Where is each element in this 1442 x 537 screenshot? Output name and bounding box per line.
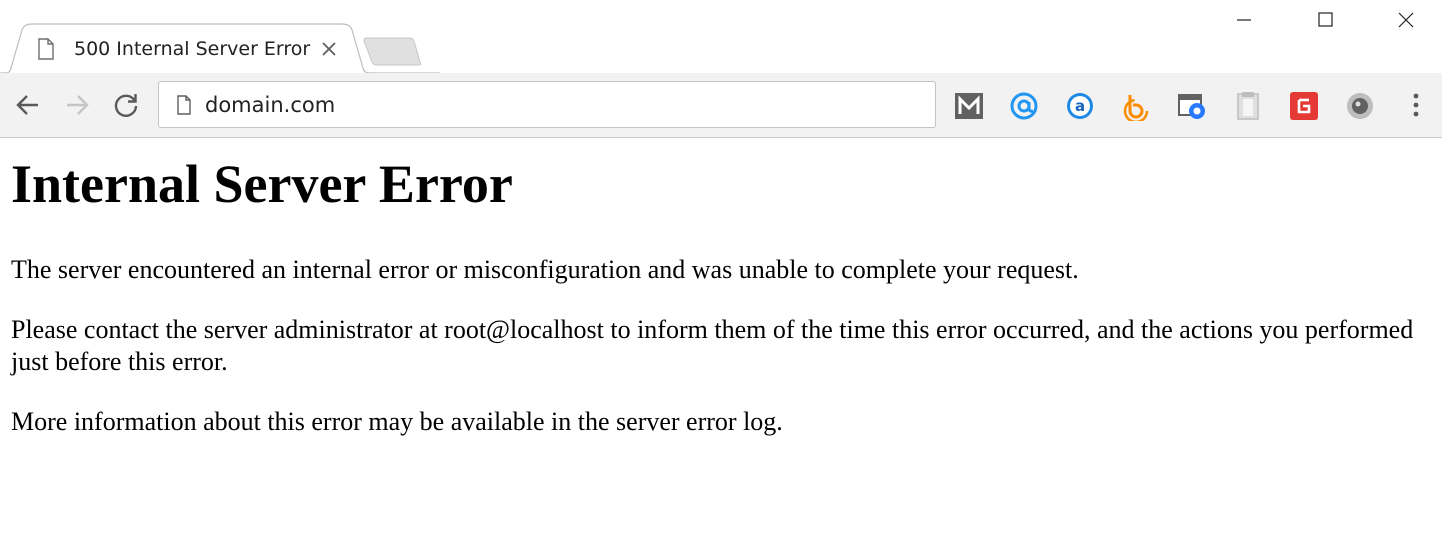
gmail-m-icon xyxy=(955,93,983,119)
three-dot-menu-icon xyxy=(1413,93,1419,117)
svg-text:a: a xyxy=(1075,97,1085,115)
close-icon xyxy=(1398,12,1414,28)
html-validator-extension[interactable] xyxy=(1289,91,1319,121)
page-content: Internal Server Error The server encount… xyxy=(0,138,1442,537)
address-bar[interactable] xyxy=(158,81,936,128)
reload-button[interactable] xyxy=(110,89,142,121)
at-sign-extension[interactable] xyxy=(1009,91,1039,121)
minimize-icon xyxy=(1237,19,1251,21)
address-input[interactable] xyxy=(205,82,905,127)
tab-title: 500 Internal Server Error xyxy=(74,38,311,60)
b-circle-icon xyxy=(1123,95,1149,124)
clipboard-extension[interactable] xyxy=(1233,91,1263,121)
tab-close-icon[interactable] xyxy=(318,38,340,60)
b-circle-extension[interactable] xyxy=(1121,91,1151,124)
amazon-assistant-extension[interactable]: a xyxy=(1065,91,1095,121)
error-description: The server encountered an internal error… xyxy=(11,255,1079,284)
camera-lens-extension[interactable] xyxy=(1345,91,1375,121)
html-validator-icon xyxy=(1290,92,1318,120)
screenshot-extension[interactable] xyxy=(1177,91,1207,121)
active-tab[interactable]: 500 Internal Server Error xyxy=(36,30,346,68)
new-tab-button[interactable] xyxy=(362,36,424,66)
contact-instructions: Please contact the server administrator … xyxy=(11,315,1414,376)
arrow-left-icon xyxy=(16,95,38,115)
arrow-right-icon xyxy=(67,95,89,115)
window-close-button[interactable] xyxy=(1366,0,1442,40)
amazon-a-icon: a xyxy=(1067,93,1093,119)
page-icon xyxy=(36,38,56,60)
page-heading: Internal Server Error xyxy=(11,154,513,214)
at-sign-icon xyxy=(1010,92,1038,120)
clipboard-icon xyxy=(1237,92,1259,120)
screenshot-camera-icon xyxy=(1178,94,1205,119)
maximize-icon xyxy=(1318,12,1333,27)
forward-button[interactable] xyxy=(61,89,93,121)
tab-strip: 500 Internal Server Error xyxy=(0,0,1442,74)
camera-lens-icon xyxy=(1347,93,1373,119)
browser-menu-button[interactable] xyxy=(1404,89,1428,121)
browser-toolbar: a xyxy=(0,73,1442,138)
error-log-note: More information about this error may be… xyxy=(11,407,783,436)
page-icon xyxy=(177,95,191,115)
minimize-button[interactable] xyxy=(1204,0,1284,40)
back-button[interactable] xyxy=(12,89,44,121)
maximize-button[interactable] xyxy=(1286,0,1366,40)
reload-icon xyxy=(114,94,138,117)
gmail-m-extension[interactable] xyxy=(954,91,984,121)
